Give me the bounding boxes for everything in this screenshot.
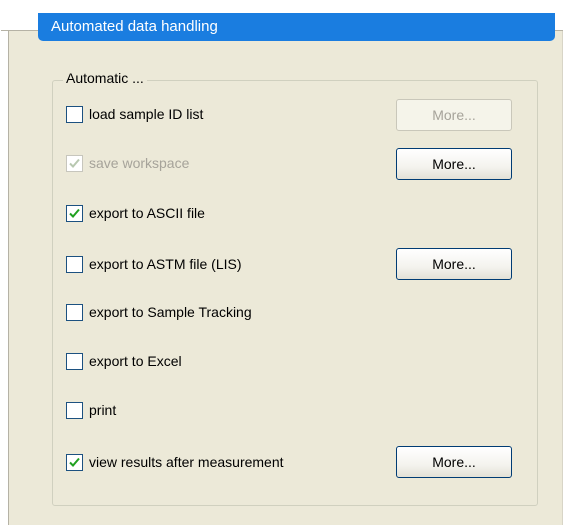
export-sample-tracking-checkbox[interactable] <box>66 303 83 321</box>
panel-edge <box>1 30 9 31</box>
save-workspace-label: save workspace <box>89 155 190 171</box>
option-view-results[interactable]: view results after measurement <box>66 452 284 472</box>
print-checkbox[interactable] <box>66 401 83 419</box>
groupbox-legend: Automatic ... <box>63 69 147 87</box>
export-excel-checkbox[interactable] <box>66 352 83 370</box>
option-load-sample-id-list[interactable]: load sample ID list <box>66 104 203 124</box>
save-workspace-checkbox[interactable] <box>66 154 83 172</box>
save-workspace-more-button[interactable]: More... <box>396 148 512 180</box>
option-export-ascii[interactable]: export to ASCII file <box>66 203 205 223</box>
export-excel-label: export to Excel <box>89 353 182 369</box>
view-results-label: view results after measurement <box>89 454 284 470</box>
checkmark-icon <box>69 457 80 467</box>
export-sample-tracking-label: export to Sample Tracking <box>89 304 252 320</box>
checkmark-icon <box>69 208 80 218</box>
option-save-workspace[interactable]: save workspace <box>66 153 189 173</box>
load-sample-id-list-checkbox[interactable] <box>66 105 83 123</box>
option-export-sample-tracking[interactable]: export to Sample Tracking <box>66 302 252 322</box>
view-results-checkbox[interactable] <box>66 453 83 471</box>
option-print[interactable]: print <box>66 400 116 420</box>
load-sample-id-list-more-button[interactable]: More... <box>396 99 512 131</box>
panel-title: Automated data handling <box>38 13 555 41</box>
export-astm-checkbox[interactable] <box>66 255 83 273</box>
automated-data-handling-window: Automated data handling Automatic ... lo… <box>0 0 566 525</box>
option-export-excel[interactable]: export to Excel <box>66 351 182 371</box>
option-export-astm[interactable]: export to ASTM file (LIS) <box>66 254 242 274</box>
view-results-more-button[interactable]: More... <box>396 446 512 478</box>
export-ascii-checkbox[interactable] <box>66 204 83 222</box>
export-astm-label: export to ASTM file (LIS) <box>89 256 242 272</box>
print-label: print <box>89 402 117 418</box>
load-sample-id-list-label: load sample ID list <box>89 106 204 122</box>
export-astm-more-button[interactable]: More... <box>396 248 512 280</box>
checkmark-icon <box>69 158 80 168</box>
automatic-groupbox <box>52 80 538 506</box>
export-ascii-label: export to ASCII file <box>89 205 205 221</box>
